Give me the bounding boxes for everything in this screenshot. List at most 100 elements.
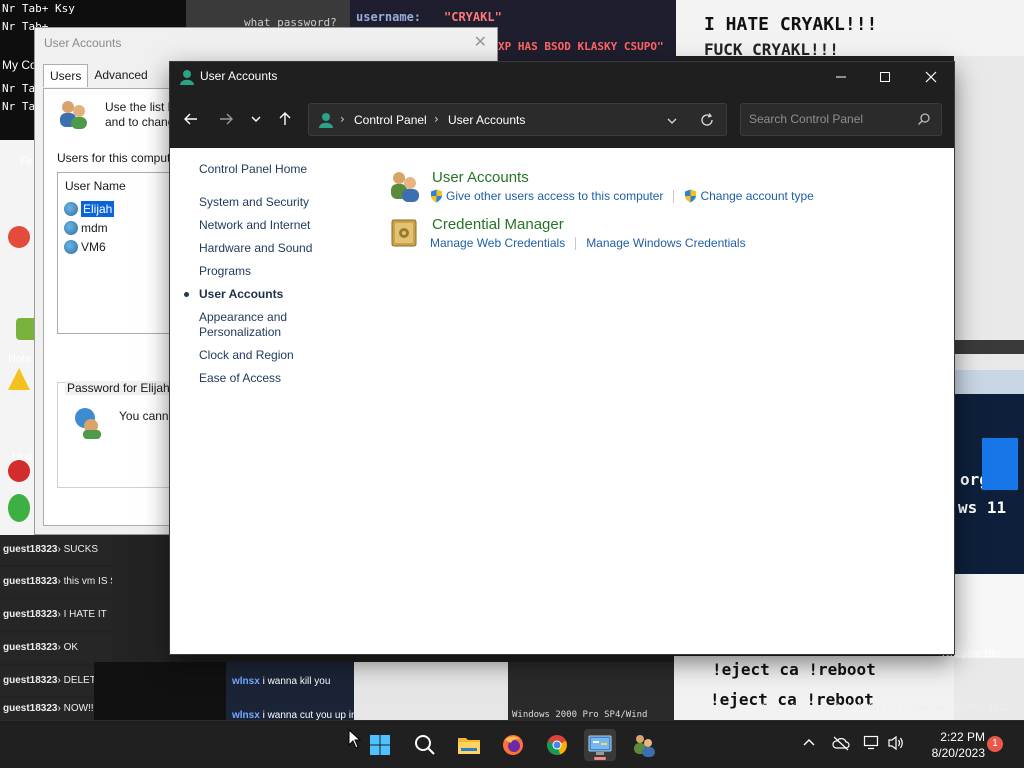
search-button[interactable]: [409, 729, 441, 761]
manage-web-credentials-link[interactable]: Manage Web Credentials: [430, 236, 565, 250]
credential-manager-icon[interactable]: [388, 216, 422, 250]
user-accounts-taskbar-button[interactable]: [628, 729, 660, 761]
clock-date: 8/20/2023: [931, 746, 985, 760]
maximize-icon: [880, 72, 890, 82]
mouse-pointer-icon: [348, 729, 362, 749]
search-icon[interactable]: [917, 112, 931, 126]
bg-block: [354, 662, 508, 720]
bg-block: [954, 370, 1024, 394]
close-button[interactable]: [908, 62, 954, 92]
clock-time: 2:22 PM: [940, 730, 985, 744]
control-panel-icon: [588, 735, 612, 755]
arrow-up-icon: [279, 112, 291, 125]
password-for-label: Password for Elijah: [65, 381, 172, 395]
back-button[interactable]: [178, 106, 204, 132]
up-button[interactable]: [272, 106, 298, 132]
close-icon[interactable]: ✕: [474, 32, 487, 51]
bg-text: wlnsx i wanna kill you: [232, 676, 331, 687]
category-title-user-accounts[interactable]: User Accounts: [432, 169, 529, 186]
speaker-icon: [888, 735, 903, 751]
users-icon: [60, 101, 87, 129]
arrow-right-icon: [220, 113, 233, 125]
search-box[interactable]: [740, 103, 942, 136]
chevron-down-icon: [251, 116, 261, 122]
firefox-icon: [503, 735, 523, 755]
tab-advanced[interactable]: Advanced: [88, 64, 153, 87]
chevron-up-icon: [803, 739, 815, 746]
breadcrumb-chevron-icon: ›: [434, 112, 439, 126]
file-explorer-button[interactable]: [453, 729, 485, 761]
maximize-button[interactable]: [862, 62, 908, 92]
minimize-button[interactable]: [818, 62, 864, 92]
chrome-button[interactable]: [541, 729, 573, 761]
chat-line: guest18323› this vm IS SUCKS: [0, 567, 112, 597]
password-note: You canno: [119, 409, 176, 423]
give-access-link[interactable]: Give other users access to this computer: [430, 189, 663, 203]
nav-clock-and-region[interactable]: Clock and Region: [199, 348, 349, 363]
search-input[interactable]: [749, 112, 909, 126]
link-separator: [673, 189, 675, 203]
change-account-type-link[interactable]: Change account type: [684, 189, 814, 203]
content-area: Control Panel Home System and Security N…: [170, 148, 954, 654]
address-bar[interactable]: › Control Panel › User Accounts: [308, 103, 727, 136]
forward-button[interactable]: [213, 106, 239, 132]
nav-appearance-and-personalization[interactable]: Appearance and Personalization: [199, 310, 349, 340]
clock[interactable]: 2:22 PM 8/20/2023: [915, 729, 985, 761]
shield-icon: [431, 189, 442, 203]
nav-hardware-and-sound[interactable]: Hardware and Sound: [199, 241, 349, 256]
bg-block: [954, 340, 1024, 354]
start-button[interactable]: [364, 729, 396, 761]
bg-text: username:: [356, 10, 422, 24]
chrome-desktop-icon: [8, 226, 30, 248]
nav-control-panel-home[interactable]: Control Panel Home: [199, 162, 349, 177]
bg-text: "CRYAKL": [444, 10, 502, 24]
network-button[interactable]: [863, 735, 881, 754]
bg-text: Evaluation copy. Build 25926 (rs_prerele…: [762, 702, 1010, 713]
nav-programs[interactable]: Programs: [199, 264, 349, 279]
search-icon: [415, 735, 435, 755]
green-circle-icon: [8, 494, 30, 522]
recent-locations-button[interactable]: [243, 106, 269, 132]
chat-line: guest18323› I HATE IT: [0, 600, 112, 630]
windows-logo-icon: [982, 438, 1018, 490]
control-panel-taskbar-button[interactable]: [584, 729, 616, 761]
notification-badge[interactable]: 1: [987, 736, 1003, 752]
chrome-icon: [547, 735, 567, 755]
bg-block: [94, 662, 226, 720]
bg-block: [954, 574, 1024, 658]
user-accounts-category-icon[interactable]: [388, 169, 422, 203]
manage-windows-credentials-link[interactable]: Manage Windows Credentials: [586, 236, 745, 250]
user-password-icon: [75, 408, 101, 439]
refresh-icon[interactable]: [700, 113, 714, 127]
arrow-left-icon: [184, 113, 197, 125]
nav-system-and-security[interactable]: System and Security: [199, 195, 349, 210]
title-bar[interactable]: User Accounts: [170, 62, 954, 92]
users-for-label: Users for this comput: [57, 151, 171, 165]
nav-user-accounts-current: User Accounts: [184, 287, 349, 302]
link-separator: [575, 236, 577, 250]
category-title-credential-manager[interactable]: Credential Manager: [432, 216, 564, 233]
tray-cloud-button[interactable]: [832, 735, 850, 754]
shield-icon: [685, 189, 697, 203]
bg-text: wlnsx i wanna cut you up int: [232, 710, 360, 720]
chat-line: guest18323› SUCKS: [0, 535, 112, 565]
chat-line: guest18323› OK: [0, 633, 112, 663]
folder-icon: [458, 738, 480, 754]
bg-text: My Co: [2, 58, 37, 72]
breadcrumb-user-accounts[interactable]: User Accounts: [448, 113, 525, 127]
breadcrumb-control-panel[interactable]: Control Panel: [354, 113, 427, 127]
bg-text: Windows 2000 Pro SP4/Wind: [512, 710, 648, 720]
warning-desktop-icon: [8, 368, 30, 390]
bg-text: XP HAS BSOD KLASKY CSUPO": [498, 40, 664, 53]
navigation-bar: › Control Panel › User Accounts: [170, 92, 954, 148]
volume-button[interactable]: [887, 735, 905, 754]
show-hidden-icons-button[interactable]: [802, 735, 816, 752]
left-navigation: Control Panel Home System and Security N…: [184, 162, 349, 394]
nav-network-and-internet[interactable]: Network and Internet: [199, 218, 349, 233]
tab-users[interactable]: Users: [43, 64, 89, 87]
close-icon: [925, 71, 937, 83]
bg-text: FUCK CRYAKL!!!: [704, 40, 839, 59]
firefox-button[interactable]: [497, 729, 529, 761]
nav-ease-of-access[interactable]: Ease of Access: [199, 371, 349, 386]
chevron-down-icon[interactable]: [666, 115, 678, 127]
